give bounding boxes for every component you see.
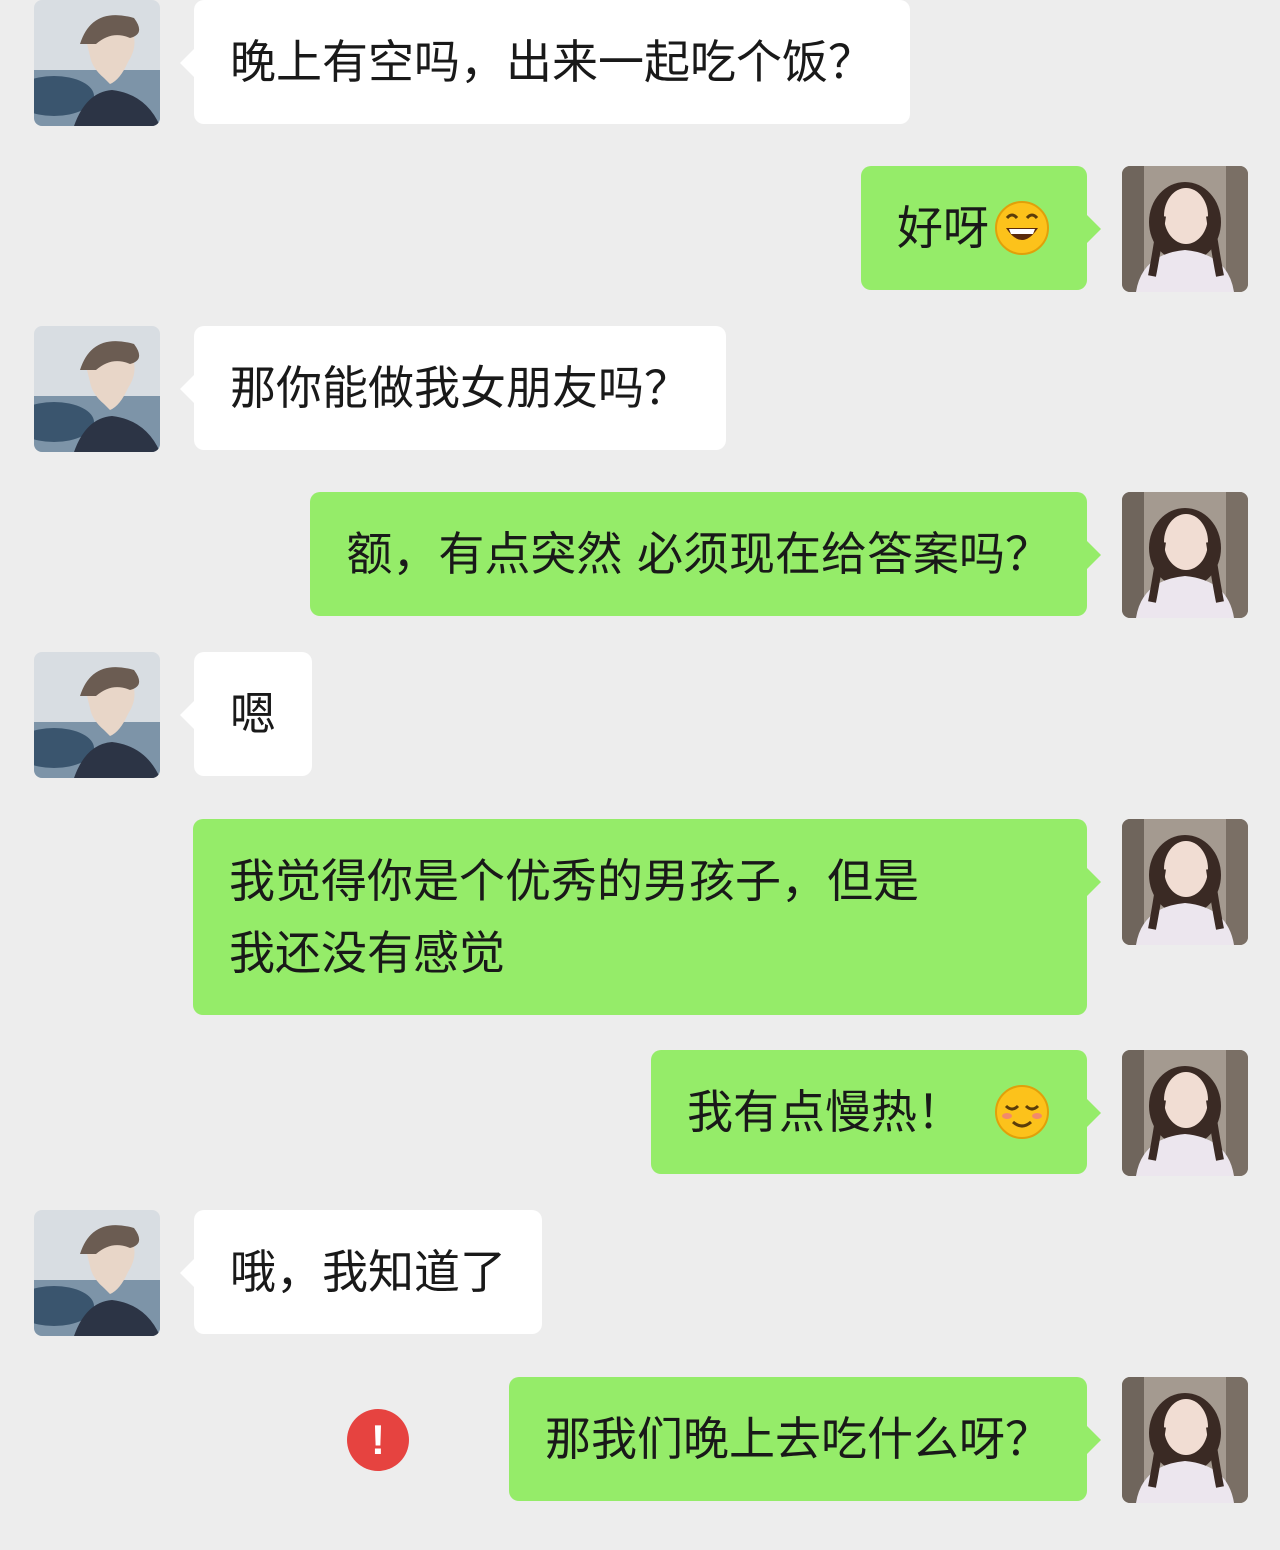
message-bubble[interactable]: 那我们晚上去吃什么呀？ <box>509 1377 1101 1501</box>
female-avatar-image <box>1122 1050 1248 1176</box>
contact-avatar[interactable] <box>34 326 160 452</box>
shy-smile-emoji-icon <box>993 1082 1051 1140</box>
message-text: 我有点慢热！ <box>687 1085 963 1139</box>
message-text: 额，有点突然 必须现在给答案吗？ <box>346 527 1051 581</box>
message-bubble[interactable]: 那你能做我女朋友吗？ <box>180 326 726 450</box>
chat-area[interactable]: 晚上有空吗，出来一起吃个饭？ 好呀 那你能做我女朋友吗？ 额，有点突然 必须现在… <box>0 0 1280 1550</box>
female-avatar-image <box>1122 819 1248 945</box>
male-avatar-image <box>34 652 160 778</box>
message-bubble[interactable]: 我觉得你是个优秀的男孩子，但是 我还没有感觉 <box>193 819 1101 1015</box>
my-avatar[interactable] <box>1122 166 1248 292</box>
message-bubble[interactable]: 额，有点突然 必须现在给答案吗？ <box>310 492 1101 616</box>
message-text: 我觉得你是个优秀的男孩子，但是 我还没有感觉 <box>229 854 919 980</box>
message-bubble[interactable]: 好呀 <box>861 166 1101 290</box>
female-avatar-image <box>1122 1377 1248 1503</box>
my-avatar[interactable] <box>1122 1050 1248 1176</box>
contact-avatar[interactable] <box>34 1210 160 1336</box>
male-avatar-image <box>34 326 160 452</box>
message-text: 那我们晚上去吃什么呀？ <box>545 1412 1051 1466</box>
my-avatar[interactable] <box>1122 1377 1248 1503</box>
message-bubble[interactable]: 哦，我知道了 <box>180 1210 542 1334</box>
message-bubble[interactable]: 嗯 <box>180 652 312 776</box>
my-avatar[interactable] <box>1122 819 1248 945</box>
grin-emoji-icon <box>993 198 1051 256</box>
message-text: 嗯 <box>230 687 276 741</box>
male-avatar-image <box>34 1210 160 1336</box>
male-avatar-image <box>34 0 160 126</box>
contact-avatar[interactable] <box>34 0 160 126</box>
message-bubble[interactable]: 我有点慢热！ <box>651 1050 1101 1174</box>
send-failed-icon[interactable]: ! <box>347 1409 409 1471</box>
message-text: 好呀 <box>897 201 989 255</box>
message-text: 哦，我知道了 <box>230 1245 506 1299</box>
my-avatar[interactable] <box>1122 492 1248 618</box>
message-text: 那你能做我女朋友吗？ <box>230 361 690 415</box>
female-avatar-image <box>1122 492 1248 618</box>
contact-avatar[interactable] <box>34 652 160 778</box>
female-avatar-image <box>1122 166 1248 292</box>
message-text: 晚上有空吗，出来一起吃个饭？ <box>230 35 874 89</box>
message-bubble[interactable]: 晚上有空吗，出来一起吃个饭？ <box>180 0 910 124</box>
